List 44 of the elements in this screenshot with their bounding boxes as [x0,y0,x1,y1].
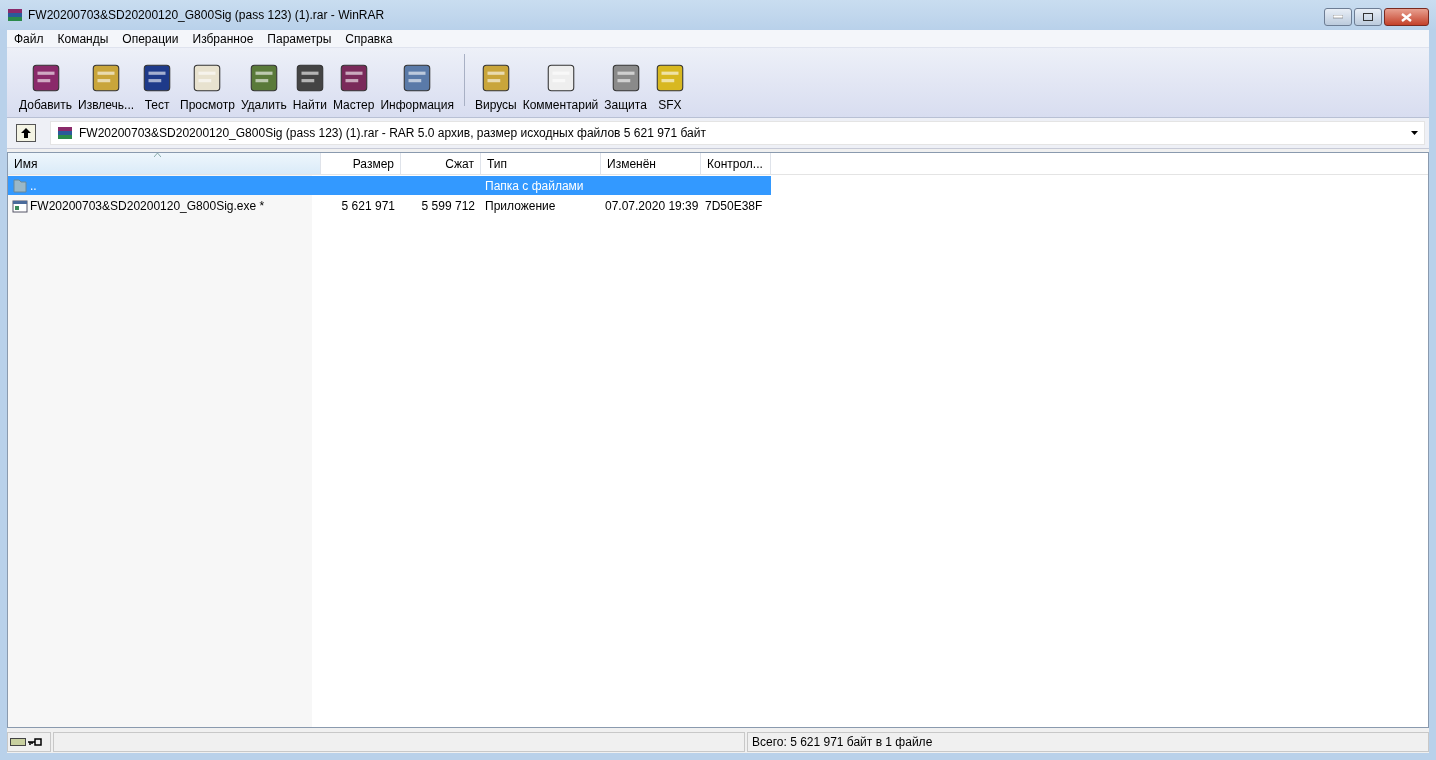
cell-text: Папка с файлами [485,178,584,193]
minimize-button[interactable] [1324,8,1352,26]
cell-text: 7D50E38F [705,198,763,213]
up-folder-button[interactable] [16,124,36,142]
minimize-icon [1333,15,1343,19]
toolbar-button[interactable]: Просмотр [178,61,237,112]
column-header[interactable]: Имя [8,153,321,174]
file-row[interactable]: FW20200703&SD20200120_G800Sig.exe * 5 621 971 5 599 712 Приложение 07.07.2020 19:39 7D50E38F [8,196,771,215]
maximize-button[interactable] [1354,8,1382,26]
toolbar-button[interactable]: Извлечь... [76,61,137,112]
cell-text: 07.07.2020 19:39 [605,198,699,213]
toolbar-button[interactable]: SFX [650,61,689,112]
cell-text: Приложение [485,198,556,213]
menu-item[interactable]: Параметры [260,31,339,46]
drive-icon [10,737,26,747]
key-icon [28,737,42,747]
toolbar-button[interactable]: Информация [378,61,456,112]
program-window-icon [12,197,28,214]
up-arrow-icon [20,127,32,139]
toolbar-button[interactable]: Защита [602,61,649,112]
path-field[interactable]: FW20200703&SD20200120_G800Sig (pass 123) (1).rar - RAR 5.0 архив, размер исходных файлов 5 621 971 байт [50,121,1425,145]
cell-text: .. [30,178,37,193]
toolbar-button[interactable]: Удалить [238,61,289,112]
status-text: Всего: 5 621 971 байт в 1 файле [747,732,1429,752]
toolbar-button[interactable]: Добавить [17,61,75,112]
cell-text: 5 621 971 [341,198,395,213]
close-button[interactable] [1384,8,1429,26]
toolbar-button[interactable]: Комментарий [520,61,601,112]
cell-text: FW20200703&SD20200120_G800Sig.exe * [30,198,265,213]
maximize-icon [1363,13,1373,21]
toolbar-button[interactable]: Вирусы [472,61,519,112]
toolbar-button[interactable]: Мастер [330,61,377,112]
menu-item[interactable]: Избранное [185,31,261,46]
menu-item[interactable]: Операции [115,31,186,46]
menu-item[interactable]: Файл [7,31,51,46]
toolbar-button[interactable]: Найти [290,61,329,112]
menu-item[interactable]: Справка [338,31,400,46]
window-title: FW20200703&SD20200120_G800Sig (pass 123) (1).rar - WinRAR [28,8,385,22]
cell-text: 5 599 712 [421,198,475,213]
menu-item[interactable]: Команды [50,31,116,46]
dropdown-caret-icon [1411,131,1418,135]
close-icon [1401,12,1412,22]
folder-icon [12,177,28,194]
toolbar-button[interactable]: Тест [138,61,177,112]
